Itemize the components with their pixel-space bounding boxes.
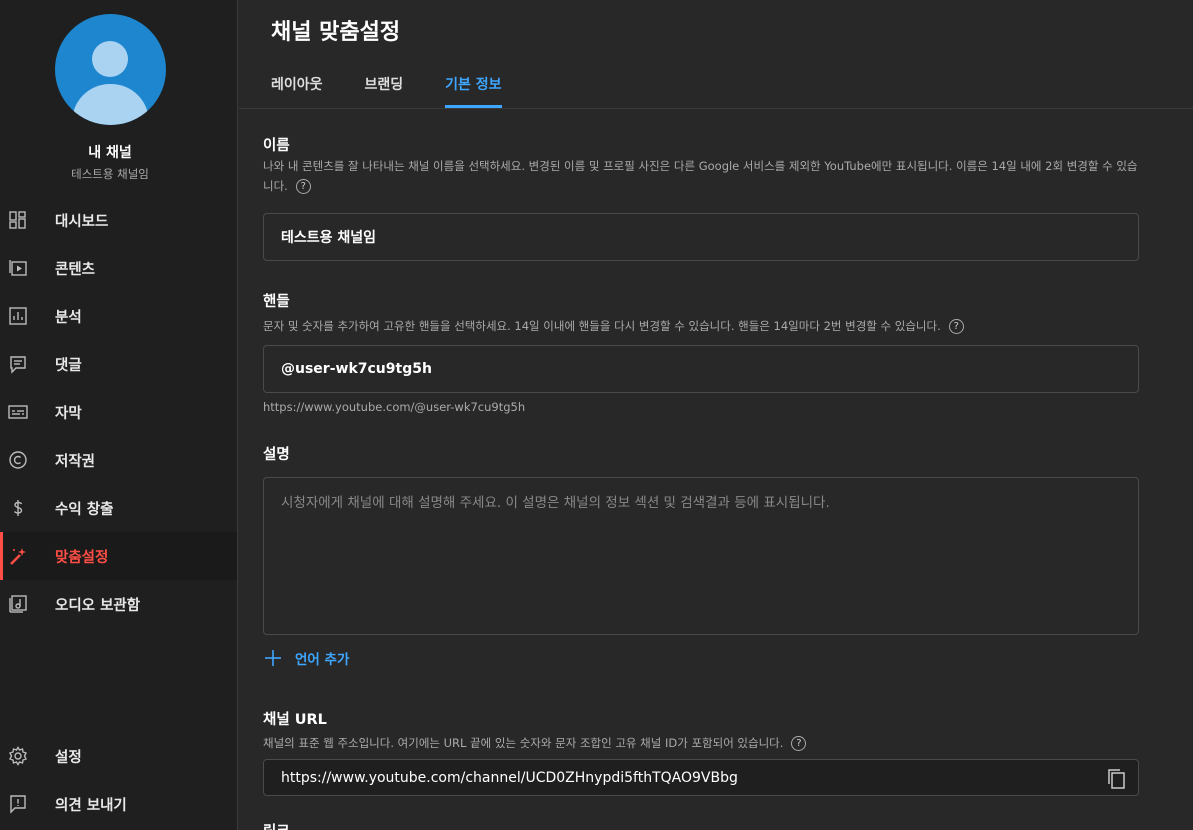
customization-icon (10, 548, 26, 565)
page-title: 채널 맞춤설정 (271, 20, 401, 45)
sidebar: 내 채널 테스트용 채널임 대시보드 콘텐츠 분석 댓글 자막 저작권 수익 창… (0, 0, 238, 830)
name-section-title: 이름 (263, 138, 290, 154)
tab-layout[interactable]: 레이아웃 (271, 74, 323, 108)
sidebar-item-label: 의견 보내기 (55, 798, 127, 814)
sidebar-item-label: 설정 (55, 750, 82, 766)
sidebar-item-settings[interactable]: 설정 (0, 732, 237, 780)
sidebar-bottom-nav: 설정 의견 보내기 (0, 732, 237, 828)
sidebar-item-label: 오디오 보관함 (55, 598, 141, 614)
sidebar-item-label: 분석 (55, 310, 82, 326)
copyright-icon (9, 451, 27, 469)
sidebar-item-content[interactable]: 콘텐츠 (0, 244, 237, 292)
content-icon (9, 260, 27, 276)
plus-icon (265, 650, 281, 666)
tab-basic-info[interactable]: 기본 정보 (445, 74, 502, 108)
settings-icon (9, 746, 27, 766)
handle-url: https://www.youtube.com/@user-wk7cu9tg5h (263, 400, 526, 414)
analytics-icon (9, 307, 27, 325)
sidebar-item-label: 자막 (55, 406, 82, 422)
sidebar-item-label: 저작권 (55, 454, 96, 470)
sidebar-item-label: 콘텐츠 (55, 262, 96, 278)
avatar-body-shape (72, 84, 149, 125)
subtitles-icon (8, 405, 28, 419)
handle-section-title: 핸들 (263, 294, 290, 310)
description-placeholder: 시청자에게 채널에 대해 설명해 주세요. 이 설명은 채널의 정보 섹션 및 … (281, 495, 830, 511)
channel-url-field: https://www.youtube.com/channel/UCD0ZHny… (263, 759, 1139, 796)
channel-name-input[interactable]: 테스트용 채널임 (263, 213, 1139, 261)
description-section-title: 설명 (263, 447, 290, 463)
sidebar-item-comments[interactable]: 댓글 (0, 340, 237, 388)
name-desc-text: 나와 내 콘텐츠를 잘 나타내는 채널 이름을 선택하세요. 변경된 이름 및 … (263, 159, 1138, 193)
description-textarea[interactable]: 시청자에게 채널에 대해 설명해 주세요. 이 설명은 채널의 정보 섹션 및 … (263, 477, 1139, 635)
sidebar-item-subtitles[interactable]: 자막 (0, 388, 237, 436)
sidebar-nav: 대시보드 콘텐츠 분석 댓글 자막 저작권 수익 창출 맞춤설정 오디오 보관함 (0, 196, 237, 628)
add-language-button[interactable]: 언어 추가 (263, 648, 349, 668)
tab-bar: 레이아웃 브랜딩 기본 정보 (271, 74, 544, 108)
audio-library-icon (9, 595, 27, 613)
sidebar-item-analytics[interactable]: 분석 (0, 292, 237, 340)
handle-desc-text: 문자 및 숫자를 추가하여 고유한 핸들을 선택하세요. 14일 이내에 핸들을… (263, 319, 941, 333)
sidebar-item-monetization[interactable]: 수익 창출 (0, 484, 237, 532)
channel-name: 테스트용 채널임 (71, 167, 149, 181)
sidebar-item-customization[interactable]: 맞춤설정 (0, 532, 237, 580)
channel-url-value: https://www.youtube.com/channel/UCD0ZHny… (281, 769, 738, 786)
add-language-label: 언어 추가 (295, 652, 350, 668)
app-root: 내 채널 테스트용 채널임 대시보드 콘텐츠 분석 댓글 자막 저작권 수익 창… (0, 0, 1193, 830)
name-section-desc: 나와 내 콘텐츠를 잘 나타내는 채널 이름을 선택하세요. 변경된 이름 및 … (263, 156, 1139, 196)
channel-title: 내 채널 (88, 145, 132, 161)
links-section-title: 링크 (263, 820, 290, 830)
channel-url-section-desc: 채널의 표준 웹 주소입니다. 여기에는 URL 끝에 있는 숫자와 문자 조합… (263, 733, 1139, 753)
sidebar-item-dashboard[interactable]: 대시보드 (0, 196, 237, 244)
help-icon[interactable]: ? (295, 179, 311, 194)
handle-input[interactable]: @user-wk7cu9tg5h (263, 345, 1139, 393)
sidebar-item-label: 수익 창출 (55, 502, 114, 518)
channel-name-value: 테스트용 채널임 (281, 230, 377, 246)
sidebar-item-copyright[interactable]: 저작권 (0, 436, 237, 484)
avatar-head-shape (92, 41, 128, 77)
handle-section-desc: 문자 및 숫자를 추가하여 고유한 핸들을 선택하세요. 14일 이내에 핸들을… (263, 316, 1139, 336)
sidebar-item-label: 맞춤설정 (55, 550, 109, 566)
help-icon[interactable]: ? (791, 736, 807, 751)
help-icon[interactable]: ? (948, 319, 964, 334)
channel-avatar[interactable] (55, 14, 166, 125)
tab-branding[interactable]: 브랜딩 (365, 74, 404, 108)
feedback-icon (10, 795, 26, 814)
sidebar-item-audio-library[interactable]: 오디오 보관함 (0, 580, 237, 628)
sidebar-item-label: 대시보드 (55, 214, 109, 230)
channel-url-section-title: 채널 URL (263, 712, 327, 728)
monetization-icon (13, 500, 23, 516)
handle-value: @user-wk7cu9tg5h (281, 361, 432, 377)
copy-icon[interactable] (1106, 768, 1126, 790)
comments-icon (10, 356, 26, 374)
channel-url-desc-text: 채널의 표준 웹 주소입니다. 여기에는 URL 끝에 있는 숫자와 문자 조합… (263, 736, 784, 750)
dashboard-icon (9, 211, 26, 229)
sidebar-item-label: 댓글 (55, 358, 82, 374)
sidebar-item-feedback[interactable]: 의견 보내기 (0, 780, 237, 828)
page-header: 채널 맞춤설정 레이아웃 브랜딩 기본 정보 (239, 0, 1193, 109)
